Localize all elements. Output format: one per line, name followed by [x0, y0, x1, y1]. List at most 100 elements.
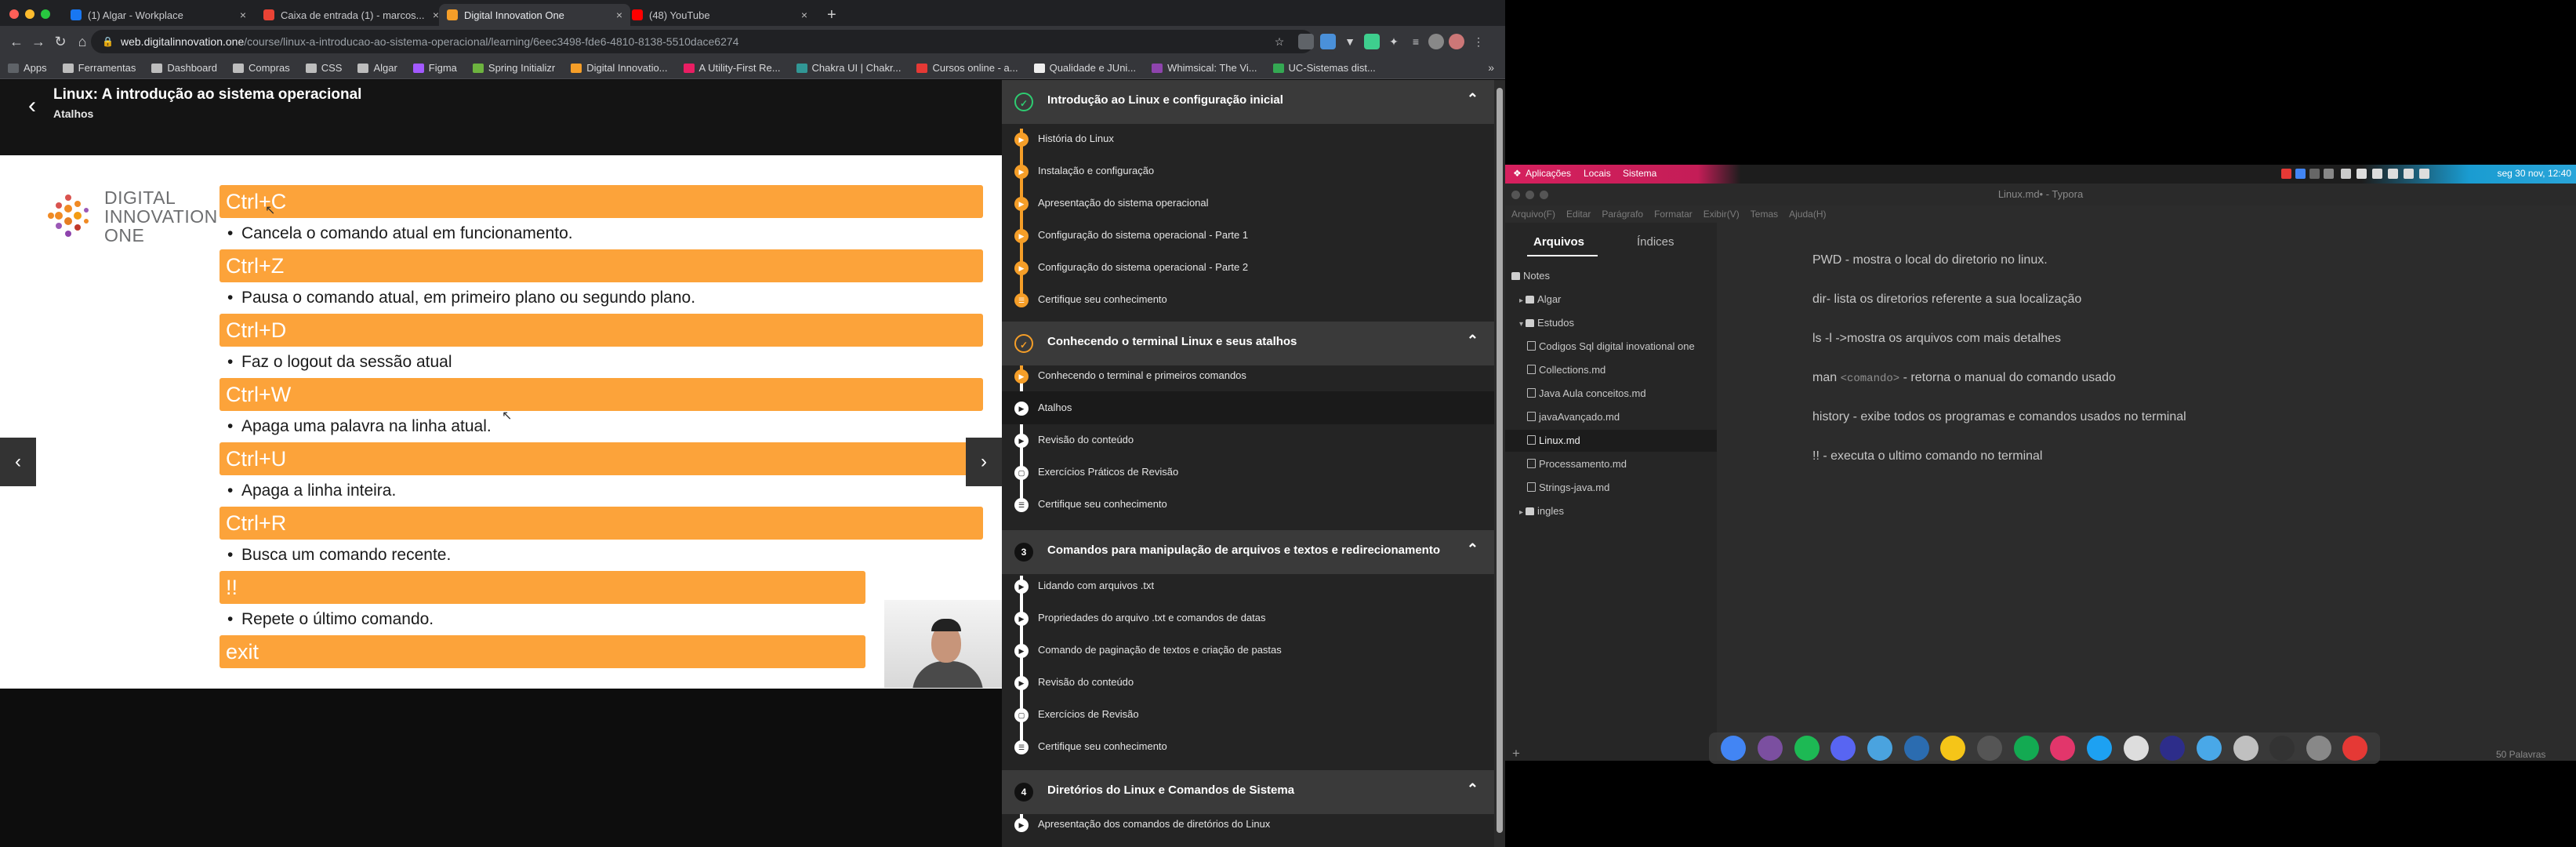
bookmark-item[interactable]: Figma [412, 62, 457, 74]
browser-menu-icon[interactable]: ⋮ [1471, 34, 1486, 49]
lesson-item[interactable]: ▶ Apresentação dos comandos de diretórios… [1002, 808, 1494, 841]
tray-icon[interactable] [2309, 169, 2320, 179]
chevron-left-icon[interactable]: ‹ [28, 93, 36, 119]
tray-icon[interactable] [2324, 169, 2334, 179]
lesson-item[interactable]: ▶ História do Linux [1002, 122, 1494, 155]
close-tab-icon[interactable]: × [433, 9, 439, 21]
bookmark-item[interactable]: Ferramentas [62, 62, 136, 74]
browser-tab[interactable]: Caixa de entrada (1) - marcos... × [256, 4, 447, 26]
file-item[interactable]: Java Aula conceitos.md [1505, 383, 1717, 405]
lesson-item[interactable]: ▶ Revisão do conteúdo [1002, 424, 1494, 456]
chevron-up-icon[interactable]: ⌃ [1467, 91, 1478, 107]
folder-item[interactable]: ▸ Algar [1505, 289, 1717, 311]
bluetooth-icon[interactable] [2356, 169, 2367, 179]
chevron-up-icon[interactable]: ⌃ [1467, 781, 1478, 798]
next-slide-button[interactable]: › [966, 438, 1002, 486]
window-maximize-button[interactable] [1540, 191, 1548, 199]
typora-menu-item[interactable]: Parágrafo [1602, 205, 1643, 223]
add-file-button[interactable]: + [1512, 746, 1520, 762]
section-header[interactable]: 3 Comandos para manipulação de arquivos e… [1002, 530, 1494, 574]
typora-menu-item[interactable]: Temas [1751, 205, 1778, 223]
editor-paragraph[interactable]: ls -l ->mostra os arquivos com mais deta… [1812, 332, 2061, 346]
apple-menu-icon[interactable]: ❖ [1513, 168, 1522, 179]
lesson-item[interactable]: ▶ Configuração do sistema operacional - P… [1002, 251, 1494, 284]
forward-arrow-icon[interactable]: → [28, 31, 49, 52]
network-icon[interactable] [2404, 169, 2414, 179]
editor-paragraph[interactable]: man <comando> - retorna o manual do coma… [1812, 371, 2116, 385]
lesson-item[interactable]: ☰ Certifique seu conhecimento [1002, 283, 1494, 316]
typora-menu-item[interactable]: Exibir(V) [1703, 205, 1740, 223]
back-arrow-icon[interactable]: ← [6, 31, 27, 52]
reload-icon[interactable]: ↻ [50, 31, 71, 52]
reading-list-icon[interactable]: ≡ [1408, 34, 1424, 49]
previous-slide-button[interactable]: ‹ [0, 438, 36, 486]
close-tab-icon[interactable]: × [801, 9, 807, 21]
section-header[interactable]: ✓ Introdução ao Linux e configuração inic… [1002, 80, 1494, 124]
lesson-item[interactable]: ☰ Certifique seu conhecimento [1002, 730, 1494, 763]
new-tab-button[interactable]: + [827, 6, 836, 24]
system-clock[interactable]: seg 30 nov, 12:40 [2497, 168, 2571, 179]
bookmark-star-icon[interactable]: ☆ [1272, 34, 1287, 49]
home-icon[interactable]: ⌂ [72, 31, 93, 52]
profile-avatar[interactable] [1449, 34, 1464, 49]
lesson-item[interactable]: ▶ Apresentação do sistema operacional [1002, 187, 1494, 220]
profile-avatar[interactable] [1428, 34, 1444, 49]
bookmark-item[interactable]: Digital Innovatio... [571, 62, 668, 74]
dock-app-icon[interactable] [1940, 736, 1966, 761]
maximize-window-button[interactable] [41, 9, 50, 19]
lesson-item[interactable]: ▢ Exercícios Práticos de Revisão [1002, 456, 1494, 489]
bookmark-item[interactable]: Apps [8, 62, 47, 74]
bookmarks-overflow-icon[interactable]: » [1488, 61, 1494, 74]
lesson-item[interactable]: ▶ Comando de paginação de textos e criaçã… [1002, 634, 1494, 667]
dock-app-icon[interactable] [1976, 736, 2002, 761]
file-item[interactable]: javaAvançado.md [1505, 406, 1717, 428]
dock-app-icon[interactable] [1903, 736, 1929, 761]
tray-icon[interactable] [2281, 169, 2291, 179]
editor-paragraph[interactable]: dir- lista os diretorios referente a sua… [1812, 293, 2081, 307]
bookmark-item[interactable]: Cursos online - a... [916, 62, 1018, 74]
lesson-item[interactable]: ▶ Conhecendo o terminal e primeiros coman… [1002, 359, 1494, 392]
dock-app-icon[interactable] [2160, 736, 2186, 761]
lesson-item[interactable]: ☰ Certifique seu conhecimento [1002, 488, 1494, 521]
editor-paragraph[interactable]: history - exibe todos os programas e com… [1812, 410, 2186, 424]
bookmark-item[interactable]: Whimsical: The Vi... [1152, 62, 1257, 74]
lesson-item[interactable]: ▶ Configuração do sistema operacional - P… [1002, 219, 1494, 252]
dock-app-icon[interactable] [1867, 736, 1892, 761]
volume-icon[interactable] [2419, 169, 2429, 179]
file-item[interactable]: Strings-java.md [1505, 477, 1717, 499]
typora-menu-item[interactable]: Ajuda(H) [1789, 205, 1826, 223]
tab-arquivos[interactable]: Arquivos [1533, 235, 1584, 249]
close-window-button[interactable] [9, 9, 19, 19]
menu-aplicacoes[interactable]: Aplicações [1526, 168, 1571, 179]
dock-app-icon[interactable] [1721, 736, 1747, 761]
file-item[interactable]: Linux.md [1505, 430, 1717, 452]
extension-icon[interactable]: ▼ [1342, 34, 1358, 49]
chevron-down-icon[interactable]: ▾ [1519, 320, 1523, 329]
editor-paragraph[interactable]: !! - executa o ultimo comando no termina… [1812, 449, 2042, 463]
window-minimize-button[interactable] [1526, 191, 1534, 199]
extension-icon[interactable] [1364, 34, 1380, 49]
file-item[interactable]: Collections.md [1505, 359, 1717, 381]
tray-icon[interactable] [2295, 169, 2306, 179]
chevron-right-icon[interactable]: ▸ [1519, 508, 1523, 517]
scrollbar-thumb[interactable] [1497, 88, 1503, 833]
bookmark-item[interactable]: Compras [232, 62, 290, 74]
menu-sistema[interactable]: Sistema [1623, 168, 1656, 179]
lesson-item[interactable]: ▶ Lidando com arquivos .txt [1002, 569, 1494, 602]
lesson-item[interactable]: ▶ Revisão do conteúdo [1002, 666, 1494, 699]
browser-tab[interactable]: (48) YouTube × [624, 4, 815, 26]
dock-app-icon[interactable] [2050, 736, 2076, 761]
lesson-item[interactable]: ▶ Atalhos [1002, 391, 1494, 424]
dock-app-icon[interactable] [2123, 736, 2149, 761]
dock-app-icon[interactable] [2269, 736, 2295, 761]
dock-app-icon[interactable] [2342, 736, 2368, 761]
bookmark-item[interactable]: A Utility-First Re... [683, 62, 781, 74]
battery-icon[interactable] [2372, 169, 2382, 179]
lesson-item[interactable]: ▶ Instalação e configuração [1002, 154, 1494, 187]
folder-item[interactable]: Notes [1505, 265, 1717, 287]
lesson-item[interactable]: ▶ Propriedades do arquivo .txt e comandos… [1002, 602, 1494, 634]
close-tab-icon[interactable]: × [240, 9, 246, 21]
bookmark-item[interactable]: Qualidade e JUni... [1033, 62, 1136, 74]
dock-app-icon[interactable] [1794, 736, 1820, 761]
address-bar[interactable]: 🔒 web.digitalinnovation.one/course/linux… [91, 30, 1314, 53]
